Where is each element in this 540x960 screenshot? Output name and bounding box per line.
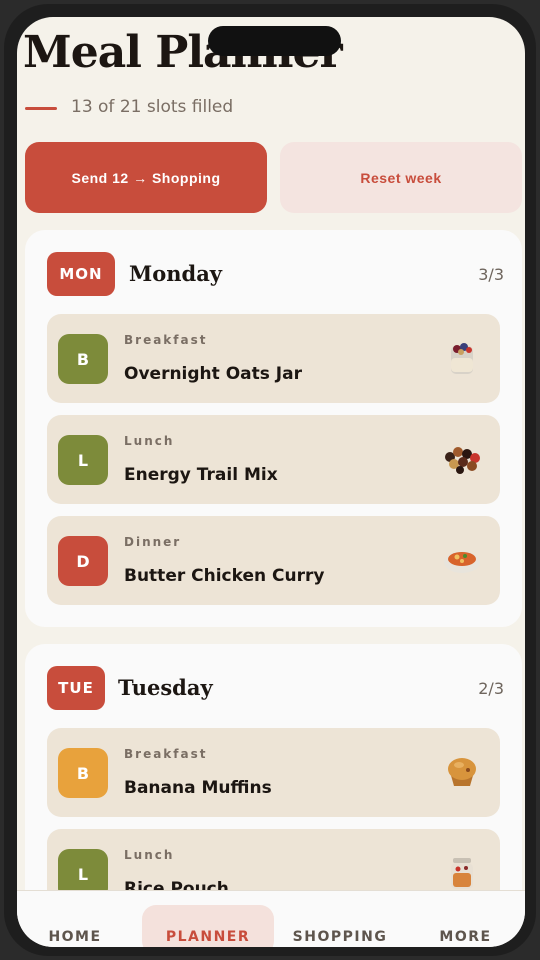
meal-type: Breakfast [124, 747, 208, 761]
reset-week-button[interactable]: Reset week [280, 142, 522, 213]
send-to-shopping-button[interactable]: Send 12 → Shopping [25, 142, 267, 213]
meal-slot[interactable]: B Breakfast Banana Muffins [47, 728, 500, 817]
progress-indicator [25, 107, 57, 110]
meal-badge: D [58, 536, 108, 586]
bottom-navigation: HOME PLANNER SHOPPING MORE [17, 890, 525, 947]
app-screen: Meal Planner 13 of 21 slots filled Send … [17, 17, 525, 947]
meal-badge: B [58, 334, 108, 384]
meal-type: Breakfast [124, 333, 208, 347]
day-tag: TUE [47, 666, 105, 710]
nav-tab-home[interactable]: HOME [17, 891, 133, 947]
meal-badge: L [58, 849, 108, 890]
day-card-monday: MON Monday 3/3 B Breakfast Overnight Oat… [25, 230, 522, 627]
day-card-tuesday: TUE Tuesday 2/3 B Breakfast Banana Muffi… [25, 644, 522, 890]
meal-slot[interactable]: D Dinner Butter Chicken Curry [47, 516, 500, 605]
muffin-icon [448, 758, 476, 786]
nav-tab-more[interactable]: MORE [406, 891, 525, 947]
nav-tab-shopping[interactable]: SHOPPING [274, 891, 406, 947]
camera-notch [208, 26, 341, 56]
meal-badge: B [58, 748, 108, 798]
day-name: Tuesday [118, 675, 213, 700]
meal-slot[interactable]: B Breakfast Overnight Oats Jar [47, 314, 500, 403]
day-count: 3/3 [478, 265, 504, 284]
meal-slot[interactable]: L Lunch Energy Trail Mix [47, 415, 500, 504]
meal-name: Rice Pouch [124, 879, 229, 890]
jar-icon [451, 858, 473, 889]
meal-badge: L [58, 435, 108, 485]
day-count: 2/3 [478, 679, 504, 698]
day-tag: MON [47, 252, 115, 296]
meal-name: Butter Chicken Curry [124, 566, 325, 586]
oats-jar-icon [451, 343, 473, 374]
meal-type: Lunch [124, 434, 175, 448]
meal-name: Energy Trail Mix [124, 465, 278, 485]
planner-content[interactable]: Meal Planner 13 of 21 slots filled Send … [17, 17, 525, 890]
meal-slot[interactable]: L Lunch Rice Pouch [47, 829, 500, 890]
meal-type: Lunch [124, 848, 175, 862]
nav-tab-planner[interactable]: PLANNER [142, 891, 274, 947]
slots-filled-text: 13 of 21 slots filled [71, 97, 234, 117]
meal-name: Banana Muffins [124, 778, 272, 798]
trail-mix-icon [445, 447, 480, 474]
meal-name: Overnight Oats Jar [124, 364, 302, 384]
day-name: Monday [129, 261, 223, 286]
device-frame: Meal Planner 13 of 21 slots filled Send … [4, 4, 536, 956]
meal-type: Dinner [124, 535, 182, 549]
curry-bowl-icon [444, 551, 480, 573]
